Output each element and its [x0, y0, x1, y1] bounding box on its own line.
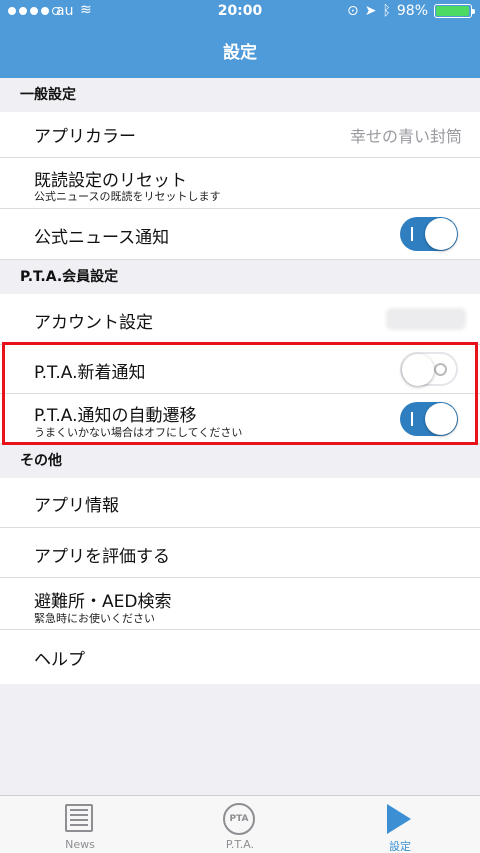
pta-new-notice-label: P.T.A.新着通知	[34, 363, 146, 383]
help-row[interactable]: ヘルプ	[0, 630, 480, 684]
pta-new-notice-toggle[interactable]	[400, 352, 458, 386]
location-icon: ➤	[364, 3, 377, 19]
battery-icon	[434, 4, 475, 18]
pta-auto-transition-subtitle: うまくいかない場合はオフにしてください	[34, 426, 243, 439]
pta-icon: PTA	[223, 803, 255, 835]
pta-auto-transition-label: P.T.A.通知の自動遷移	[34, 406, 197, 426]
section-header-pta: P.T.A.会員設定	[0, 260, 480, 294]
read-reset-subtitle: 公式ニュースの既読をリセットします	[34, 190, 221, 203]
pta-auto-transition-row: P.T.A.通知の自動遷移 うまくいかない場合はオフにしてください	[0, 394, 480, 444]
section-header-other: その他	[0, 444, 480, 478]
app-info-label: アプリ情報	[34, 496, 119, 516]
official-news-row: 公式ニュース通知	[0, 209, 480, 260]
tab-news[interactable]: News	[0, 796, 160, 853]
pta-auto-transition-toggle[interactable]	[400, 402, 458, 436]
battery-percent: 98%	[396, 3, 428, 19]
official-news-toggle[interactable]	[400, 217, 458, 251]
tab-pta[interactable]: PTA P.T.A.	[160, 796, 320, 853]
help-label: ヘルプ	[34, 650, 85, 670]
account-settings-row[interactable]: アカウント設定	[0, 294, 480, 345]
page-title: 設定	[223, 43, 257, 63]
app-info-row[interactable]: アプリ情報	[0, 478, 480, 528]
rate-app-label: アプリを評価する	[34, 547, 170, 567]
status-bar: au ≋ 20:00 ⊙ ➤ ᛒ 98%	[0, 0, 480, 24]
rate-app-row[interactable]: アプリを評価する	[0, 528, 480, 578]
tab-settings-label: 設定	[389, 840, 411, 853]
tab-settings[interactable]: 設定	[320, 796, 480, 853]
shelter-search-label: 避難所・AED検索	[34, 592, 172, 612]
official-news-label: 公式ニュース通知	[34, 228, 170, 248]
play-icon	[387, 804, 411, 834]
navigation-bar: au ≋ 20:00 ⊙ ➤ ᛒ 98% 設定	[0, 0, 480, 78]
tab-news-label: News	[65, 838, 95, 851]
bluetooth-icon: ᛒ	[382, 3, 391, 19]
read-reset-row[interactable]: 既読設定のリセット 公式ニュースの既読をリセットします	[0, 158, 480, 209]
app-color-label: アプリカラー	[34, 127, 136, 147]
account-settings-label: アカウント設定	[34, 313, 153, 333]
account-value-blurred	[386, 308, 466, 330]
tab-bar: News PTA P.T.A. 設定	[0, 795, 480, 853]
app-color-value: 幸せの青い封筒	[349, 127, 462, 146]
section-header-general: 一般設定	[0, 78, 480, 112]
pta-new-notice-row: P.T.A.新着通知	[0, 345, 480, 394]
shelter-search-subtitle: 緊急時にお使いください	[34, 612, 155, 625]
shelter-search-row[interactable]: 避難所・AED検索 緊急時にお使いください	[0, 578, 480, 630]
news-icon	[65, 804, 93, 832]
tab-pta-label: P.T.A.	[225, 838, 255, 851]
rotation-lock-icon: ⊙	[347, 3, 359, 19]
app-color-row[interactable]: アプリカラー 幸せの青い封筒	[0, 112, 480, 158]
